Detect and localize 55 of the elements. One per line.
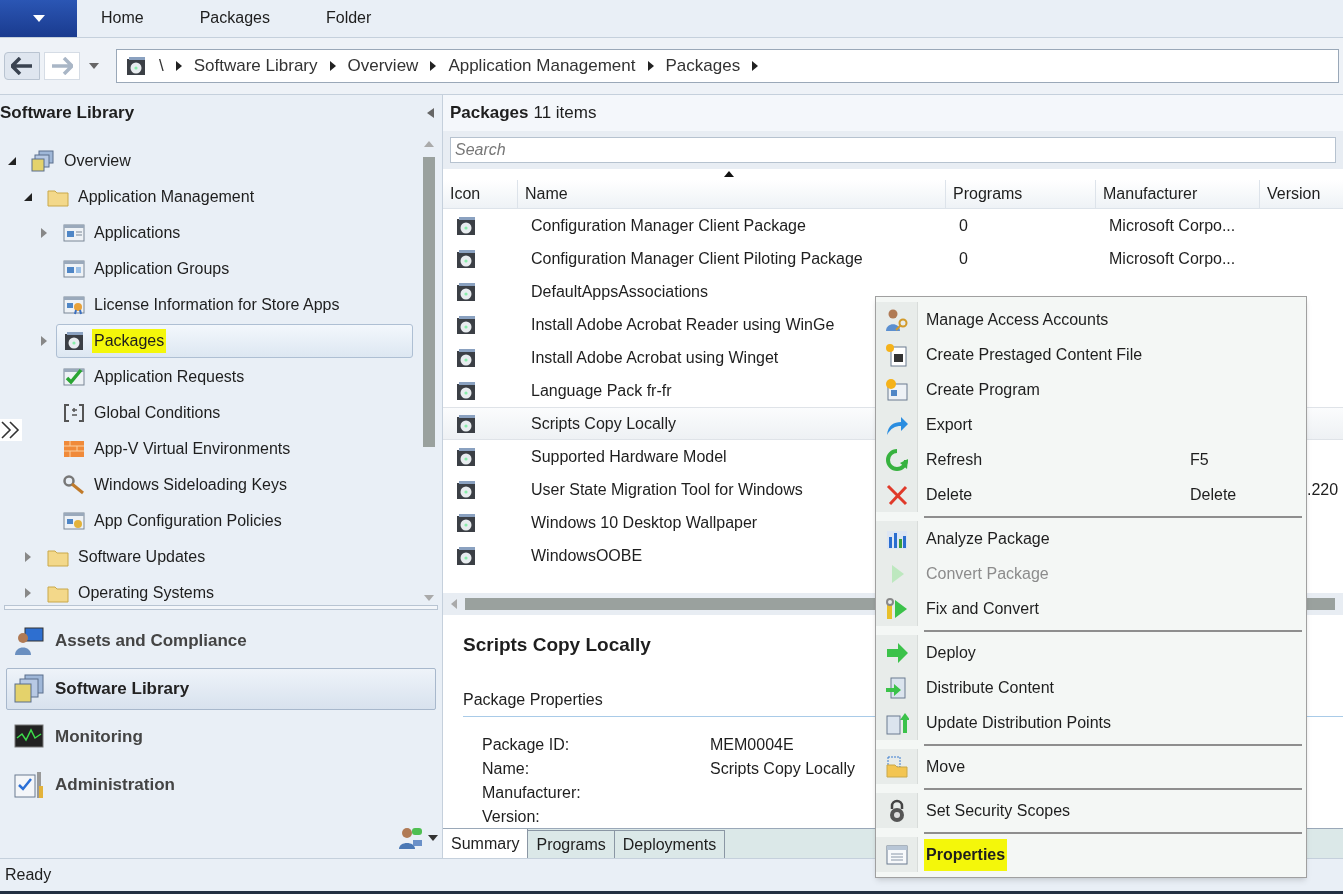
menu-item-label: Delete: [925, 484, 974, 505]
tree-item-label: Application Requests: [93, 367, 246, 387]
menu-item-label: Create Prestaged Content File: [925, 344, 1144, 365]
property-label: Version:: [482, 807, 540, 825]
tree-item-label: Windows Sideloading Keys: [93, 475, 288, 495]
tree-item-label: App Configuration Policies: [93, 511, 283, 531]
table-cell: Configuration Manager Client Package: [531, 216, 806, 234]
tree-item-label: App-V Virtual Environments: [93, 439, 292, 459]
tree-item-label: Applications: [93, 223, 182, 243]
table-cell: 0: [959, 216, 968, 234]
table-cell: User State Migration Tool for Windows: [531, 480, 803, 498]
property-label: Name:: [482, 759, 530, 777]
shortcut-text: F5: [1190, 449, 1210, 470]
property-value: MEM0004E: [710, 734, 794, 755]
list-title: Packages: [450, 102, 529, 125]
menu-item-label: Deploy: [925, 642, 977, 663]
tree-item-label: Operating Systems: [77, 583, 216, 603]
property-label: Manufacturer:: [482, 783, 581, 801]
tree-item-label: License Information for Store Apps: [93, 295, 341, 315]
tree-item-label: Software Updates: [77, 547, 207, 567]
table-cell: 0: [959, 249, 968, 267]
menu-item-label: Properties: [924, 838, 1008, 871]
table-cell: .220: [1307, 480, 1339, 498]
menu-item-label: Manage Access Accounts: [925, 309, 1110, 330]
tree-item-label: Packages: [92, 329, 167, 353]
property-label: Package ID:: [482, 735, 570, 753]
table-cell: Microsoft Corpo...: [1109, 216, 1236, 234]
tree-item-label: Overview: [63, 151, 132, 171]
status-text: Ready: [5, 865, 52, 885]
table-cell: Windows 10 Desktop Wallpaper: [531, 513, 758, 531]
menu-item-label: Convert Package: [925, 563, 1050, 584]
table-cell: Microsoft Corpo...: [1109, 249, 1236, 267]
details-title: Scripts Copy Locally: [463, 633, 651, 657]
item-count: 11 items: [533, 102, 597, 125]
menu-item-label: Analyze Package: [925, 528, 1051, 549]
table-cell: Install Adobe Acrobat using Winget: [531, 348, 779, 366]
shortcut-text: Delete: [1190, 484, 1238, 505]
table-cell: Install Adobe Acrobat Reader using WinGe: [531, 315, 835, 333]
table-cell: Language Pack fr-fr: [531, 381, 672, 399]
tree-item-label: Global Conditions: [93, 403, 222, 423]
menu-item-label: Export: [925, 414, 974, 435]
table-cell: DefaultAppsAssociations: [531, 282, 708, 300]
menu-item-label: Create Program: [925, 379, 1041, 400]
table-cell: Supported Hardware Model: [531, 447, 727, 465]
tree-item-label: Application Management: [77, 187, 256, 207]
tree-item-label: Application Groups: [93, 259, 231, 279]
menu-item-label: Move: [925, 756, 967, 777]
property-value: Scripts Copy Locally: [710, 758, 855, 779]
pane-title: Software Library: [0, 102, 135, 125]
table-cell: Scripts Copy Locally: [531, 414, 676, 432]
table-cell: WindowsOOBE: [531, 546, 643, 564]
menu-item-label: Set Security Scopes: [925, 800, 1072, 821]
menu-item-label: Refresh: [925, 449, 984, 470]
menu-item-label: Fix and Convert: [925, 598, 1040, 619]
table-cell: Configuration Manager Client Piloting Package: [531, 249, 863, 267]
